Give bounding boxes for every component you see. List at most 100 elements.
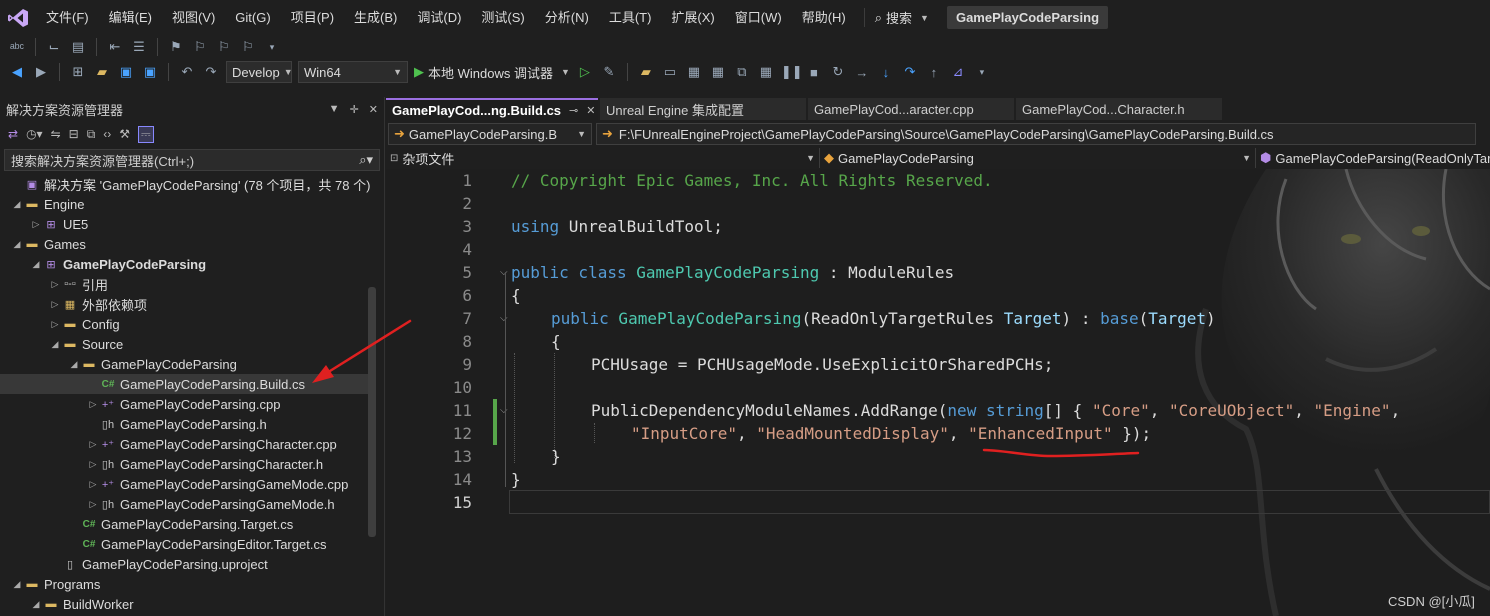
hot-reload-icon[interactable]: ✎ xyxy=(600,64,618,80)
tree-item[interactable]: ▣ 解决方案 'GamePlayCodeParsing' (78 个项目，共 78… xyxy=(0,174,371,194)
chevron-down-icon[interactable]: ◢ xyxy=(10,239,24,250)
chevron-right-icon[interactable]: ▷ xyxy=(86,459,100,470)
file-select[interactable]: ➜ GamePlayCodeParsing.B ▼ xyxy=(388,123,592,145)
menu-item[interactable]: Git(G) xyxy=(225,0,280,35)
start-debugging-button[interactable]: ▶ 本地 Windows 调试器 ▼ xyxy=(414,63,570,82)
show-all-files-icon[interactable]: ⧉ xyxy=(87,127,96,142)
pending-changes-icon[interactable]: ◷▾ xyxy=(26,127,43,141)
build-icon[interactable]: ▦ xyxy=(685,64,703,80)
collapse-all-icon[interactable]: ⊟ xyxy=(69,127,79,141)
parameter-info-icon[interactable]: ▤ xyxy=(69,39,87,55)
pin-icon[interactable]: ⊸ xyxy=(569,104,578,117)
breakpoints-icon[interactable]: ⊿ xyxy=(949,64,967,80)
menu-item[interactable]: 调试(D) xyxy=(407,0,471,35)
chevron-right-icon[interactable]: ▷ xyxy=(86,439,100,450)
step-into-icon[interactable]: ↓ xyxy=(877,65,895,80)
chevron-right-icon[interactable]: ▷ xyxy=(86,399,100,410)
overflow-chevron-icon[interactable]: ▾ xyxy=(263,42,281,53)
tree-item[interactable]: ▯h GamePlayCodeParsing.h xyxy=(0,414,370,434)
document-tab[interactable]: Unreal Engine 集成配置 xyxy=(600,98,806,120)
menu-item[interactable]: 编辑(E) xyxy=(99,0,162,35)
chevron-right-icon[interactable]: ▷ xyxy=(48,299,62,310)
chevron-right-icon[interactable]: ▷ xyxy=(48,319,62,330)
fold-toggle-icon[interactable]: ⌵ xyxy=(500,399,508,422)
menu-item[interactable]: 生成(B) xyxy=(344,0,407,35)
next-bookmark-icon[interactable]: ⚐ xyxy=(215,39,233,55)
sync-with-document-icon[interactable]: ⇋ xyxy=(51,127,61,141)
visual-studio-logo-icon[interactable] xyxy=(0,0,36,35)
window-layout-icon[interactable]: ▭ xyxy=(661,64,679,80)
menu-item[interactable]: 扩展(X) xyxy=(661,0,724,35)
chevron-down-icon[interactable]: ◢ xyxy=(10,199,24,210)
tree-item[interactable]: ◢ ▬ BuildWorker xyxy=(0,594,370,614)
pause-icon[interactable]: ❚❚ xyxy=(781,64,803,80)
tree-item[interactable]: ▷ ▦ 外部依赖项 xyxy=(0,294,370,314)
copy-icon[interactable]: ⧉ xyxy=(733,64,751,80)
solution-search-input[interactable]: 搜索解决方案资源管理器(Ctrl+;) ⌕▾ xyxy=(4,149,380,171)
quick-info-icon[interactable]: ⌙ xyxy=(45,39,63,55)
preview-selected-icon[interactable]: ⎓ xyxy=(138,125,154,143)
chevron-down-icon[interactable]: ◢ xyxy=(48,339,62,350)
chevron-right-icon[interactable]: ▷ xyxy=(29,219,43,230)
chevron-right-icon[interactable]: ▷ xyxy=(48,279,62,290)
switch-views-icon[interactable]: ⇄ xyxy=(8,127,18,141)
clear-bookmarks-icon[interactable]: ⚐ xyxy=(239,39,257,55)
save-icon[interactable]: ▣ xyxy=(117,64,135,80)
tree-item[interactable]: ◢ ▬ Games xyxy=(0,234,370,254)
fold-toggle-icon[interactable]: ⌵ xyxy=(500,307,508,330)
restart-icon[interactable]: ↻ xyxy=(829,64,847,80)
chevron-right-icon[interactable]: ▷ xyxy=(86,479,100,490)
menu-item[interactable]: 文件(F) xyxy=(36,0,99,35)
undo-icon[interactable]: ↶ xyxy=(178,64,196,80)
menu-item[interactable]: 测试(S) xyxy=(471,0,534,35)
bookmark-icon[interactable]: ⚑ xyxy=(167,39,185,55)
spellcheck-icon[interactable]: ᵃᵇᶜ xyxy=(8,40,26,55)
tree-item[interactable]: ▷ ▫‑▫ 引用 xyxy=(0,274,370,294)
outdent-icon[interactable]: ⇤ xyxy=(106,39,124,55)
panel-menu-icon[interactable]: ▼ xyxy=(329,103,340,116)
member-select[interactable]: ⬢ GamePlayCodeParsing(ReadOnlyTarg xyxy=(1256,148,1490,168)
tree-item[interactable]: C# GamePlayCodeParsing.Target.cs xyxy=(0,514,370,534)
step-out-icon[interactable]: ↑ xyxy=(925,65,943,80)
configuration-select[interactable]: Develop ▼ xyxy=(226,61,292,83)
tree-item[interactable]: ▷ ▯h GamePlayCodeParsingCharacter.h xyxy=(0,454,370,474)
navigate-back-icon[interactable]: ◀ xyxy=(8,64,26,80)
document-tab[interactable]: GamePlayCod...Character.h xyxy=(1016,98,1222,120)
show-next-statement-icon[interactable]: → xyxy=(853,65,871,80)
chevron-down-icon[interactable]: ◢ xyxy=(10,579,24,590)
tree-item[interactable]: ▷ ⊞ UE5 xyxy=(0,214,370,234)
document-tab[interactable]: GamePlayCod...ng.Build.cs ⊸ ✕ xyxy=(386,98,598,120)
close-icon[interactable]: ✕ xyxy=(369,103,378,116)
new-project-icon[interactable]: ⊞ xyxy=(69,64,87,80)
tree-item[interactable]: ▷ +⁺ GamePlayCodeParsing.cpp xyxy=(0,394,370,414)
pin-icon[interactable]: ✛ xyxy=(350,103,359,116)
code-editor[interactable]: 1 2 3 4 5 6 7 8 9 10 11 12 13 14 15 ⌵ ⌵ ⌵ // Copyright… xyxy=(386,169,1490,616)
search-menu[interactable]: ⌕ 搜索 ▼ xyxy=(863,8,939,27)
step-over-icon[interactable]: ↷ xyxy=(901,64,919,80)
chevron-down-icon[interactable]: ◢ xyxy=(67,359,81,370)
menu-item[interactable]: 窗口(W) xyxy=(725,0,792,35)
full-path-field[interactable]: ➜ F:\FUnrealEngineProject\GamePlayCodePa… xyxy=(596,123,1476,145)
menu-item[interactable]: 项目(P) xyxy=(281,0,344,35)
fold-toggle-icon[interactable]: ⌵ xyxy=(500,261,508,284)
open-file-icon[interactable]: ▰ xyxy=(93,64,111,80)
navigate-forward-icon[interactable]: ▶ xyxy=(32,64,50,80)
open-folder-icon[interactable]: ▰ xyxy=(637,64,655,80)
view-code-icon[interactable]: ‹› xyxy=(103,127,111,141)
close-icon[interactable]: ✕ xyxy=(586,104,595,117)
menu-item[interactable]: 分析(N) xyxy=(535,0,599,35)
type-select[interactable]: ◆ GamePlayCodeParsing ▼ xyxy=(820,148,1256,168)
menu-item[interactable]: 帮助(H) xyxy=(792,0,856,35)
tree-item[interactable]: ▷ +⁺ GamePlayCodeParsingCharacter.cpp xyxy=(0,434,370,454)
menu-item[interactable]: 视图(V) xyxy=(162,0,225,35)
tree-item[interactable]: C# GamePlayCodeParsingEditor.Target.cs xyxy=(0,534,370,554)
rebuild-icon[interactable]: ▦ xyxy=(709,64,727,80)
tree-item[interactable]: ▷ ▯h GamePlayCodeParsingGameMode.h xyxy=(0,494,370,514)
chevron-down-icon[interactable]: ◢ xyxy=(29,599,43,610)
find-icon[interactable]: ▦ xyxy=(757,64,775,80)
previous-bookmark-icon[interactable]: ⚐ xyxy=(191,39,209,55)
platform-select[interactable]: Win64 ▼ xyxy=(298,61,408,83)
redo-icon[interactable]: ↷ xyxy=(202,64,220,80)
properties-wrench-icon[interactable]: ⚒ xyxy=(119,127,130,141)
tree-item[interactable]: ◢ ⊞ GamePlayCodeParsing xyxy=(0,254,370,274)
